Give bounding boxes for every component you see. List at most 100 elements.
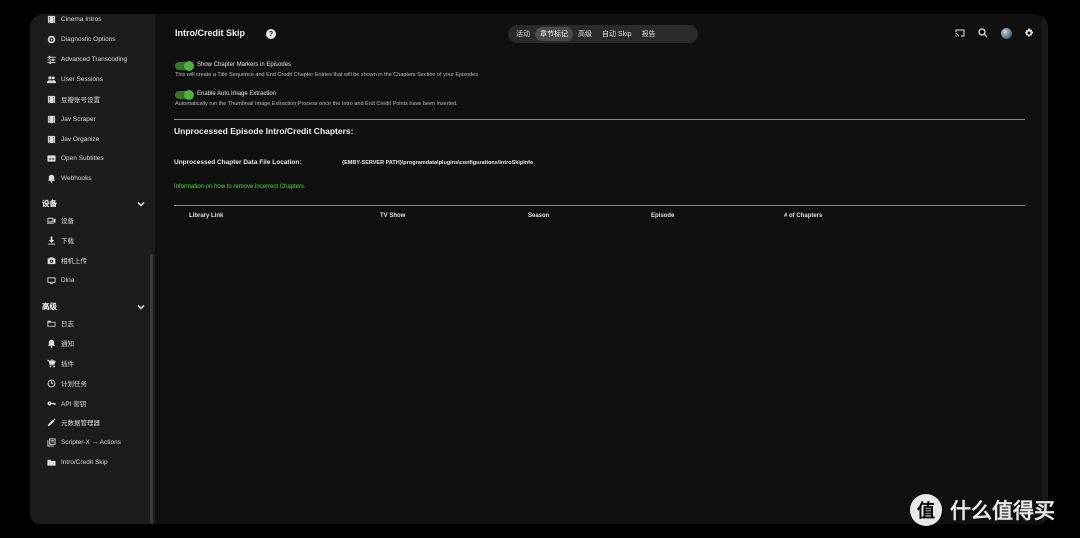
folder-icon <box>46 318 56 328</box>
sidebar-item-webhooks[interactable]: Webhooks <box>46 170 92 186</box>
people-icon <box>46 74 56 84</box>
sidebar-item-label: 相机上传 <box>61 258 87 265</box>
subtitles-icon <box>46 153 56 163</box>
sidebar-item-jav-organize[interactable]: Jav Organize <box>46 131 99 147</box>
tab-chapter-markers[interactable]: 章节标记 <box>535 27 573 41</box>
file-location-label: Unprocessed Chapter Data File Location: <box>174 159 302 166</box>
diagnostic-icon <box>46 34 56 44</box>
column-header-chapters-count: # of Chapters <box>784 213 823 219</box>
watermark-badge: 值 <box>910 494 942 526</box>
sidebar-item-label: Dlna <box>61 276 75 284</box>
film-icon <box>46 114 56 124</box>
section-advanced-title: 高级 <box>42 302 57 311</box>
tab-advanced[interactable]: 高级 <box>573 27 597 41</box>
sidebar-item-label: Advanced Transcoding <box>61 55 128 63</box>
cart-icon <box>46 358 56 368</box>
main-scrollbar[interactable] <box>1042 14 1048 524</box>
sidebar-item-label: Webhooks <box>61 174 92 182</box>
key-icon <box>46 398 56 408</box>
sidebar-item-api-keys[interactable]: API 密钥 <box>46 395 86 411</box>
gear-icon[interactable] <box>1023 27 1035 39</box>
image-extraction-description: Automatically run the Thumbnail Image Ex… <box>175 101 458 107</box>
sidebar-item-label: 日志 <box>61 321 74 328</box>
film-icon <box>46 14 56 24</box>
chevron-down-icon[interactable] <box>137 195 145 207</box>
bell-icon <box>46 338 56 348</box>
watermark: 值 什么值得买 <box>910 494 1055 526</box>
tab-report[interactable]: 报告 <box>637 27 661 41</box>
sidebar-item-label: Intro/Credit Skip <box>61 458 108 466</box>
file-location-value: {EMBY-SERVER PATH}\programdata\plugins\c… <box>342 160 534 166</box>
sidebar-scrollbar[interactable] <box>150 254 153 524</box>
tab-auto-skip[interactable]: 自动 Skip <box>597 27 637 41</box>
tab-activity[interactable]: 活动 <box>511 27 535 41</box>
watermark-text: 什么值得买 <box>950 500 1055 523</box>
pencil-icon <box>46 417 56 427</box>
sidebar-item-label: 计划任务 <box>61 381 87 388</box>
sidebar-item-intro-credit-skip[interactable]: Intro/Credit Skip <box>46 454 108 470</box>
download-icon <box>46 235 56 245</box>
chapter-markers-toggle[interactable] <box>175 61 194 71</box>
sidebar-item-label: 下载 <box>61 238 74 245</box>
sidebar-item-plugins[interactable]: 插件 <box>46 355 74 371</box>
sliders-icon <box>46 54 56 64</box>
clock-icon <box>46 378 56 388</box>
unprocessed-heading: Unprocessed Episode Intro/Credit Chapter… <box>174 126 354 136</box>
library-icon <box>46 437 56 447</box>
film-icon <box>46 134 56 144</box>
chapter-markers-description: This will create a Title Sequence and En… <box>175 72 478 78</box>
sidebar-item-label: Jav Organize <box>61 135 100 143</box>
sidebar-item-dlna[interactable]: Dlna <box>46 272 74 288</box>
column-header-episode: Episode <box>651 213 675 219</box>
dlna-icon <box>46 275 56 285</box>
chevron-down-icon[interactable] <box>137 298 145 310</box>
sidebar-item-notifications[interactable]: 通知 <box>46 335 74 351</box>
info-link[interactable]: Information on how to remove incorrect C… <box>174 184 306 190</box>
sidebar-item-logs[interactable]: 日志 <box>46 315 74 331</box>
table-divider <box>174 205 1025 206</box>
header-actions <box>954 27 1035 39</box>
sidebar-item-devices[interactable]: 设备 <box>46 212 74 228</box>
search-icon[interactable] <box>977 27 989 39</box>
section-devices-title: 设备 <box>42 199 57 208</box>
column-header-library-link: Library Link <box>189 213 224 219</box>
sidebar-item-cinema-intros[interactable]: Cinema Intros <box>46 14 101 27</box>
bell-icon <box>46 173 56 183</box>
sidebar-item-open-subtitles[interactable]: Open Subtitles <box>46 150 104 166</box>
sidebar-item-label: Cinema Intros <box>61 15 102 23</box>
sidebar-item-scheduled-tasks[interactable]: 计划任务 <box>46 375 87 391</box>
column-header-season: Season <box>528 213 550 219</box>
sidebar-item-label: Jav Scraper <box>61 115 96 123</box>
folder-icon <box>46 457 56 467</box>
sidebar-item-label: Open Subtitles <box>61 154 104 162</box>
sidebar-item-diagnostic-options[interactable]: Diagnostic Options <box>46 31 116 47</box>
help-icon[interactable]: ? <box>266 29 276 39</box>
chapter-markers-label: Show Chapter Markers in Episodes <box>197 62 292 68</box>
camera-icon <box>46 255 56 265</box>
sidebar-item-camera-upload[interactable]: 相机上传 <box>46 252 87 268</box>
sidebar-item-label: 通知 <box>61 341 74 348</box>
cast-icon[interactable] <box>954 27 966 39</box>
sidebar-item-label: 插件 <box>61 361 74 368</box>
sidebar-item-label: Scripter-X → Actions <box>61 438 121 446</box>
sidebar-item-label: User Sessions <box>61 75 103 83</box>
sidebar-item-douban-settings[interactable]: 豆瓣账号设置 <box>46 91 100 107</box>
sidebar-item-label: 元数据管理器 <box>61 420 100 427</box>
sidebar-item-advanced-transcoding[interactable]: Advanced Transcoding <box>46 51 127 67</box>
sidebar-item-label: 设备 <box>61 218 74 225</box>
devices-icon <box>46 215 56 225</box>
app-window: Cinema Intros Diagnostic Options Advance… <box>30 14 1048 524</box>
sidebar-item-label: API 密钥 <box>61 401 87 408</box>
avatar[interactable] <box>1000 27 1012 39</box>
sidebar-item-user-sessions[interactable]: User Sessions <box>46 71 103 87</box>
tab-bar: 活动 章节标记 高级 自动 Skip 报告 <box>508 25 698 43</box>
image-extraction-toggle[interactable] <box>175 90 194 100</box>
sidebar-item-downloads[interactable]: 下载 <box>46 232 74 248</box>
main-content: Intro/Credit Skip ? 活动 章节标记 高级 自动 Skip 报… <box>155 14 1048 524</box>
sidebar-item-scripter-x-actions[interactable]: Scripter-X → Actions <box>46 434 121 450</box>
sidebar-item-label: Diagnostic Options <box>61 35 116 43</box>
sidebar: Cinema Intros Diagnostic Options Advance… <box>30 14 155 524</box>
sidebar-item-metadata-manager[interactable]: 元数据管理器 <box>46 414 100 430</box>
page-title: Intro/Credit Skip <box>175 28 246 38</box>
sidebar-item-jav-scraper[interactable]: Jav Scraper <box>46 111 96 127</box>
